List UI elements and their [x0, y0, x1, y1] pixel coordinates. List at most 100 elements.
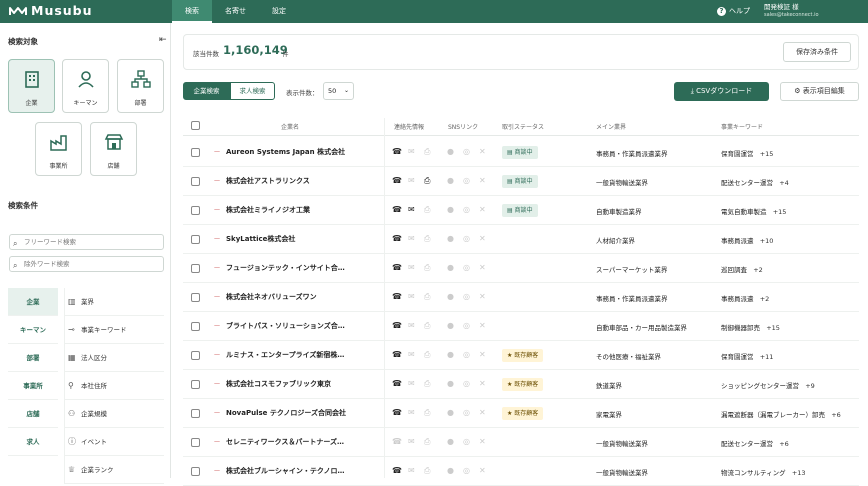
- row-checkbox[interactable]: [191, 467, 200, 476]
- company-name-link[interactable]: SkyLattice株式会社: [226, 234, 366, 244]
- mail-icon[interactable]: ✉: [408, 350, 415, 359]
- phone-icon[interactable]: ☎: [392, 350, 402, 359]
- facebook-icon[interactable]: ●: [447, 234, 454, 243]
- fax-icon[interactable]: ⎙: [424, 437, 430, 447]
- row-checkbox[interactable]: [191, 438, 200, 447]
- x-icon[interactable]: ✕: [479, 437, 486, 446]
- row-checkbox[interactable]: [191, 322, 200, 331]
- facebook-icon[interactable]: ●: [447, 263, 454, 272]
- select-all-checkbox[interactable]: [191, 121, 200, 130]
- keyword-more-count[interactable]: +15: [766, 324, 780, 332]
- fax-icon[interactable]: ⎙: [424, 292, 430, 302]
- target-store[interactable]: 店舗: [90, 122, 137, 176]
- row-checkbox[interactable]: [191, 148, 200, 157]
- condition-business-keyword[interactable]: ⊸ 事業キーワード: [64, 316, 164, 344]
- x-icon[interactable]: ✕: [479, 350, 486, 359]
- x-icon[interactable]: ✕: [479, 321, 486, 330]
- fax-icon[interactable]: ⎙: [424, 350, 430, 360]
- x-icon[interactable]: ✕: [479, 263, 486, 272]
- header-company-name[interactable]: 企業名: [281, 122, 299, 131]
- facebook-icon[interactable]: ●: [447, 292, 454, 301]
- table-row[interactable]: — 株式会社コスモファブリック東京 ☎ ✉ ⎙ ● ◎ ✕ ★ 既存顧客 鉄道業界 ショッピングセン…: [183, 370, 859, 399]
- x-icon[interactable]: ✕: [479, 234, 486, 243]
- company-name-link[interactable]: 株式会社コスモファブリック東京: [226, 379, 366, 389]
- x-icon[interactable]: ✕: [479, 379, 486, 388]
- row-checkbox[interactable]: [191, 206, 200, 215]
- instagram-icon[interactable]: ◎: [463, 466, 470, 475]
- phone-icon[interactable]: ☎: [392, 263, 402, 272]
- condition-tab-office[interactable]: 事業所: [8, 372, 58, 400]
- keyword-more-count[interactable]: +15: [773, 208, 787, 216]
- x-icon[interactable]: ✕: [479, 147, 486, 156]
- condition-industry[interactable]: ▥ 業界: [64, 288, 164, 316]
- instagram-icon[interactable]: ◎: [463, 176, 470, 185]
- facebook-icon[interactable]: ●: [447, 379, 454, 388]
- company-name-link[interactable]: 株式会社アストラリンクス: [226, 176, 366, 186]
- instagram-icon[interactable]: ◎: [463, 234, 470, 243]
- edit-columns-button[interactable]: ⚙ 表示項目編集: [780, 82, 859, 101]
- table-row[interactable]: — 株式会社ブルーシャイン・テクノロ… ☎ ✉ ⎙ ● ◎ ✕ 一般貨物輸送業界 物流コンサルティ…: [183, 457, 859, 486]
- mail-icon[interactable]: ✉: [408, 263, 415, 272]
- company-name-link[interactable]: 株式会社ネオバリューズワン: [226, 292, 366, 302]
- x-icon[interactable]: ✕: [479, 176, 486, 185]
- phone-icon[interactable]: ☎: [392, 292, 402, 301]
- fax-icon[interactable]: ⎙: [424, 234, 430, 244]
- facebook-icon[interactable]: ●: [447, 205, 454, 214]
- saved-conditions-button[interactable]: 保存済み条件: [783, 42, 851, 62]
- keyword-more-count[interactable]: +4: [779, 179, 789, 187]
- condition-tab-department[interactable]: 部署: [8, 344, 58, 372]
- table-row[interactable]: — NovaPulse テクノロジーズ合同会社 ☎ ✉ ⎙ ● ◎ ✕ ★ 既存顧客 家電業界 漏電…: [183, 399, 859, 428]
- instagram-icon[interactable]: ◎: [463, 379, 470, 388]
- table-row[interactable]: — SkyLattice株式会社 ☎ ✉ ⎙ ● ◎ ✕ 人材紹介業界 事務員派遣 +10: [183, 225, 859, 254]
- mail-icon[interactable]: ✉: [408, 234, 415, 243]
- keyword-more-count[interactable]: +6: [831, 411, 841, 419]
- row-checkbox[interactable]: [191, 235, 200, 244]
- mail-icon[interactable]: ✉: [408, 321, 415, 330]
- mail-icon[interactable]: ✉: [408, 205, 415, 214]
- job-search-toggle[interactable]: 求人検索: [230, 82, 275, 100]
- facebook-icon[interactable]: ●: [447, 176, 454, 185]
- fax-icon[interactable]: ⎙: [424, 205, 430, 215]
- facebook-icon[interactable]: ●: [447, 408, 454, 417]
- row-checkbox[interactable]: [191, 293, 200, 302]
- csv-download-button[interactable]: ⤓ CSVダウンロード: [674, 82, 769, 101]
- facebook-icon[interactable]: ●: [447, 437, 454, 446]
- instagram-icon[interactable]: ◎: [463, 350, 470, 359]
- condition-corporate-type[interactable]: ▦ 法人区分: [64, 344, 164, 372]
- table-row[interactable]: — ブライトパス・ソリューションズ合… ☎ ✉ ⎙ ● ◎ ✕ 自動車部品・カー用品製造業界 制御…: [183, 312, 859, 341]
- nav-tab-merge[interactable]: 名寄せ: [212, 0, 259, 23]
- x-icon[interactable]: ✕: [479, 466, 486, 475]
- company-name-link[interactable]: NovaPulse テクノロジーズ合同会社: [226, 408, 366, 418]
- mail-icon[interactable]: ✉: [408, 408, 415, 417]
- mail-icon[interactable]: ✉: [408, 176, 415, 185]
- mail-icon[interactable]: ✉: [408, 466, 415, 475]
- x-icon[interactable]: ✕: [479, 205, 486, 214]
- mail-icon[interactable]: ✉: [408, 379, 415, 388]
- phone-icon[interactable]: ☎: [392, 234, 402, 243]
- x-icon[interactable]: ✕: [479, 292, 486, 301]
- fax-icon[interactable]: ⎙: [424, 466, 430, 476]
- fax-icon[interactable]: ⎙: [424, 379, 430, 389]
- keyword-more-count[interactable]: +9: [805, 382, 815, 390]
- mail-icon[interactable]: ✉: [408, 292, 415, 301]
- condition-tab-keyman[interactable]: キーマン: [8, 316, 58, 344]
- help-link[interactable]: ? ヘルプ: [717, 6, 750, 16]
- company-name-link[interactable]: Aureon Systems Japan 株式会社: [226, 147, 366, 157]
- fax-icon[interactable]: ⎙: [424, 408, 430, 418]
- row-checkbox[interactable]: [191, 264, 200, 273]
- instagram-icon[interactable]: ◎: [463, 437, 470, 446]
- exclude-word-input[interactable]: ⌕ 除外ワード検索: [9, 256, 164, 272]
- condition-tab-store[interactable]: 店舗: [8, 400, 58, 428]
- instagram-icon[interactable]: ◎: [463, 205, 470, 214]
- x-icon[interactable]: ✕: [479, 408, 486, 417]
- keyword-more-count[interactable]: +2: [753, 266, 763, 274]
- target-department[interactable]: 部署: [117, 59, 164, 113]
- keyword-more-count[interactable]: +10: [760, 237, 774, 245]
- phone-icon[interactable]: ☎: [392, 176, 402, 185]
- company-name-link[interactable]: 株式会社ブルーシャイン・テクノロ…: [226, 466, 366, 476]
- fax-icon[interactable]: ⎙: [424, 147, 430, 157]
- table-row[interactable]: — ルミナス・エンタープライズ新宿株… ☎ ✉ ⎙ ● ◎ ✕ ★ 既存顧客 その他医療・福祉業界…: [183, 341, 859, 370]
- facebook-icon[interactable]: ●: [447, 321, 454, 330]
- condition-tab-company[interactable]: 企業: [8, 288, 58, 316]
- condition-event[interactable]: ⓘ イベント: [64, 428, 164, 456]
